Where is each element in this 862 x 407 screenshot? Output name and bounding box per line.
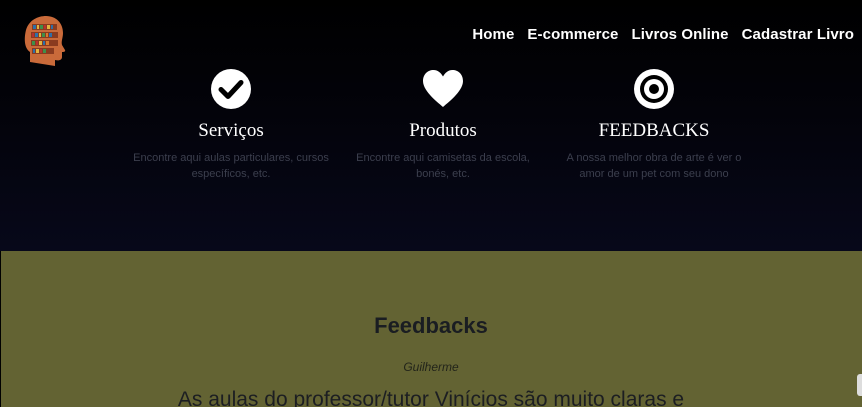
feature-feedbacks: FEEDBACKS A nossa melhor obra de arte é … xyxy=(554,68,754,182)
feature-servicos: Serviços Encontre aqui aulas particulare… xyxy=(131,68,331,182)
feature-title: Produtos xyxy=(409,120,477,141)
hero-section: Home E-commerce Livros Online Cadastrar … xyxy=(0,0,862,251)
target-icon xyxy=(634,69,674,109)
nav-ecommerce-link[interactable]: E-commerce xyxy=(527,26,618,43)
heart-icon xyxy=(423,70,463,107)
check-circle-icon xyxy=(211,69,251,109)
head-bookshelf-icon[interactable] xyxy=(22,14,66,68)
nav-home-link[interactable]: Home xyxy=(472,26,514,43)
feature-description: Encontre aqui aulas particulares, cursos… xyxy=(133,152,329,180)
nav-cadastrar-livro-link[interactable]: Cadastrar Livro xyxy=(742,26,854,43)
feedback-author: Guilherme xyxy=(403,360,459,374)
nav-livros-online-link[interactable]: Livros Online xyxy=(631,26,728,43)
feature-title: Serviços xyxy=(198,120,264,141)
feature-description: A nossa melhor obra de arte é ver o amor… xyxy=(566,152,742,180)
feature-description: Encontre aqui camisetas da escola, bonés… xyxy=(356,152,530,180)
carousel-next-control[interactable] xyxy=(857,374,862,396)
feature-produtos: Produtos Encontre aqui camisetas da esco… xyxy=(343,68,543,182)
main-nav: Home E-commerce Livros Online Cadastrar … xyxy=(472,26,854,43)
feedback-quote: As aulas do professor/tutor Vinícios são… xyxy=(177,388,685,407)
feedbacks-heading: Feedbacks xyxy=(374,313,488,338)
feature-title: FEEDBACKS xyxy=(598,120,710,141)
